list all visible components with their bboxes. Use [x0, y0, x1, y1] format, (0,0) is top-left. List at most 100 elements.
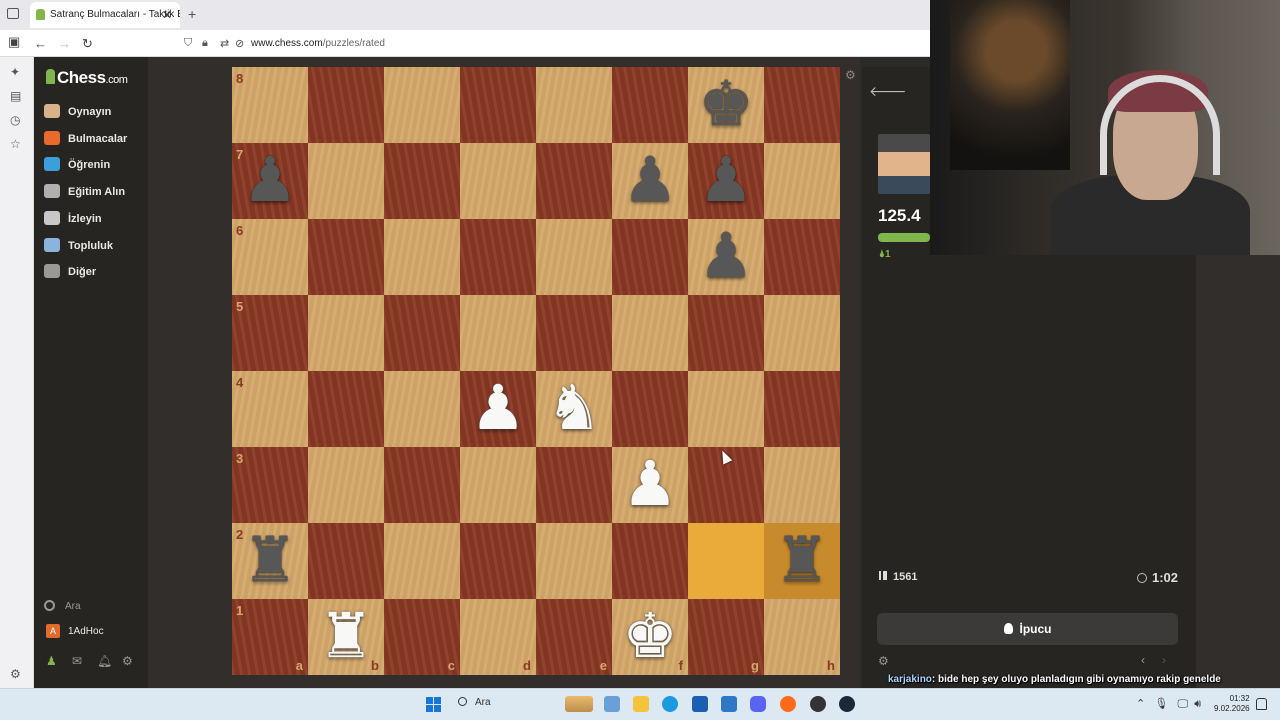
- square-e1[interactable]: e: [536, 599, 612, 675]
- notification-bell-icon[interactable]: [1256, 698, 1267, 710]
- square-g5[interactable]: [688, 295, 764, 371]
- square-g6[interactable]: ♟: [688, 219, 764, 295]
- square-f5[interactable]: [612, 295, 688, 371]
- taskbar-search[interactable]: Ara: [452, 694, 562, 714]
- network-icon[interactable]: 🖵: [1178, 698, 1189, 710]
- square-b8[interactable]: [308, 67, 384, 143]
- system-tray[interactable]: ⌃ 🎙︎ 🖵 🔊︎: [1136, 697, 1201, 711]
- square-g1[interactable]: g: [688, 599, 764, 675]
- sidebar-item-i̇zleyin[interactable]: İzleyin: [44, 210, 148, 233]
- edge-icon[interactable]: [662, 696, 678, 712]
- synced-tabs-icon[interactable]: ▤: [10, 89, 21, 103]
- square-f4[interactable]: [612, 371, 688, 447]
- tab-list-icon[interactable]: [7, 8, 19, 19]
- new-tab-icon[interactable]: +: [188, 6, 196, 22]
- sidebar-item-oynayın[interactable]: Oynayın: [44, 104, 148, 126]
- square-b7[interactable]: [308, 143, 384, 219]
- white-pawn-f3[interactable]: ♟: [612, 447, 688, 523]
- square-f1[interactable]: f ♚: [612, 599, 688, 675]
- square-e7[interactable]: [536, 143, 612, 219]
- square-a3[interactable]: 3: [232, 447, 308, 523]
- black-pawn-f7[interactable]: ♟: [612, 143, 688, 219]
- square-d5[interactable]: [460, 295, 536, 371]
- next-arrow-icon[interactable]: ›: [1162, 653, 1166, 667]
- square-c8[interactable]: [384, 67, 460, 143]
- white-rook-b1[interactable]: ♜: [308, 599, 384, 675]
- square-f7[interactable]: ♟: [612, 143, 688, 219]
- square-e5[interactable]: [536, 295, 612, 371]
- square-c6[interactable]: [384, 219, 460, 295]
- square-c3[interactable]: [384, 447, 460, 523]
- square-h1[interactable]: h: [764, 599, 840, 675]
- black-rook-h2[interactable]: ♜: [764, 523, 840, 599]
- friends-icon[interactable]: ♟: [46, 654, 57, 668]
- square-d8[interactable]: [460, 67, 536, 143]
- panel-settings-gear-icon[interactable]: ⚙: [878, 654, 889, 668]
- forward-icon[interactable]: →: [58, 36, 71, 51]
- sidebar-item-öğrenin[interactable]: Öğrenin: [44, 157, 148, 179]
- settings-gear-icon[interactable]: ⚙: [122, 654, 133, 668]
- square-a7[interactable]: 7 ♟: [232, 143, 308, 219]
- square-a6[interactable]: 6: [232, 219, 308, 295]
- square-b4[interactable]: [308, 371, 384, 447]
- square-d3[interactable]: [460, 447, 536, 523]
- square-b6[interactable]: [308, 219, 384, 295]
- obs-icon[interactable]: [810, 696, 826, 712]
- square-a5[interactable]: 5: [232, 295, 308, 371]
- outlook-icon[interactable]: [721, 696, 737, 712]
- chess-logo[interactable]: Chess.com: [46, 68, 128, 88]
- sidebar-item-diğer[interactable]: Diğer: [44, 264, 148, 286]
- square-h2[interactable]: ♜: [764, 523, 840, 599]
- square-f8[interactable]: [612, 67, 688, 143]
- shield-icon[interactable]: ⛉: [184, 37, 192, 50]
- square-d4[interactable]: ♟: [460, 371, 536, 447]
- microphone-icon[interactable]: 🎙︎: [1154, 698, 1168, 710]
- firefox-icon[interactable]: [780, 696, 796, 712]
- reload-icon[interactable]: ↻: [82, 36, 93, 52]
- square-d1[interactable]: d: [460, 599, 536, 675]
- sidebar-user[interactable]: A 1AdHoc: [46, 624, 104, 638]
- back-icon[interactable]: ←: [34, 36, 47, 51]
- lock-icon[interactable]: 🔒︎: [202, 37, 208, 50]
- close-tab-icon[interactable]: ✕: [162, 8, 172, 22]
- widget-icon[interactable]: [565, 696, 593, 712]
- square-f3[interactable]: ♟: [612, 447, 688, 523]
- square-c1[interactable]: c: [384, 599, 460, 675]
- sidebar-search[interactable]: Ara: [44, 600, 81, 612]
- white-king-f1[interactable]: ♚: [612, 599, 688, 675]
- back-arrow-icon[interactable]: 🡐: [869, 83, 907, 100]
- square-h3[interactable]: [764, 447, 840, 523]
- discord-icon[interactable]: [750, 696, 766, 712]
- sidebar-item-bulmacalar[interactable]: Bulmacalar: [44, 130, 148, 153]
- chess-board[interactable]: 8 ♚ 7 ♟ ♟ ♟ 6 ♟ 5 4 ♟ ♞ 3 ♟ 2 ♜ ♜ 1 a b ♜ c d e f ♚ g h: [232, 67, 840, 675]
- square-g4[interactable]: [688, 371, 764, 447]
- square-c5[interactable]: [384, 295, 460, 371]
- tracking-icon[interactable]: ⊘: [235, 37, 244, 50]
- sidebar-toggle-icon[interactable]: ▣: [8, 34, 20, 50]
- square-a2[interactable]: 2 ♜: [232, 523, 308, 599]
- windows-start-icon[interactable]: [426, 697, 441, 712]
- square-c4[interactable]: [384, 371, 460, 447]
- square-c2[interactable]: [384, 523, 460, 599]
- square-h6[interactable]: [764, 219, 840, 295]
- square-b2[interactable]: [308, 523, 384, 599]
- square-d6[interactable]: [460, 219, 536, 295]
- history-icon[interactable]: ◷: [10, 113, 20, 127]
- square-g2[interactable]: [688, 523, 764, 599]
- square-a1[interactable]: 1a: [232, 599, 308, 675]
- square-e4[interactable]: ♞: [536, 371, 612, 447]
- file-explorer-icon[interactable]: [633, 696, 649, 712]
- square-h8[interactable]: [764, 67, 840, 143]
- sidebar-item-topluluk[interactable]: Topluluk: [44, 237, 148, 260]
- url-field[interactable]: www.chess.com/puzzles/rated: [251, 38, 385, 49]
- store-icon[interactable]: [604, 696, 620, 712]
- square-f6[interactable]: [612, 219, 688, 295]
- square-b1[interactable]: b ♜: [308, 599, 384, 675]
- black-king-g8[interactable]: ♚: [688, 67, 764, 143]
- black-pawn-g7[interactable]: ♟: [688, 143, 764, 219]
- square-f2[interactable]: [612, 523, 688, 599]
- square-g7[interactable]: ♟: [688, 143, 764, 219]
- black-pawn-g6[interactable]: ♟: [688, 219, 764, 295]
- hint-button[interactable]: İpucu: [877, 613, 1178, 645]
- white-pawn-d4[interactable]: ♟: [460, 371, 536, 447]
